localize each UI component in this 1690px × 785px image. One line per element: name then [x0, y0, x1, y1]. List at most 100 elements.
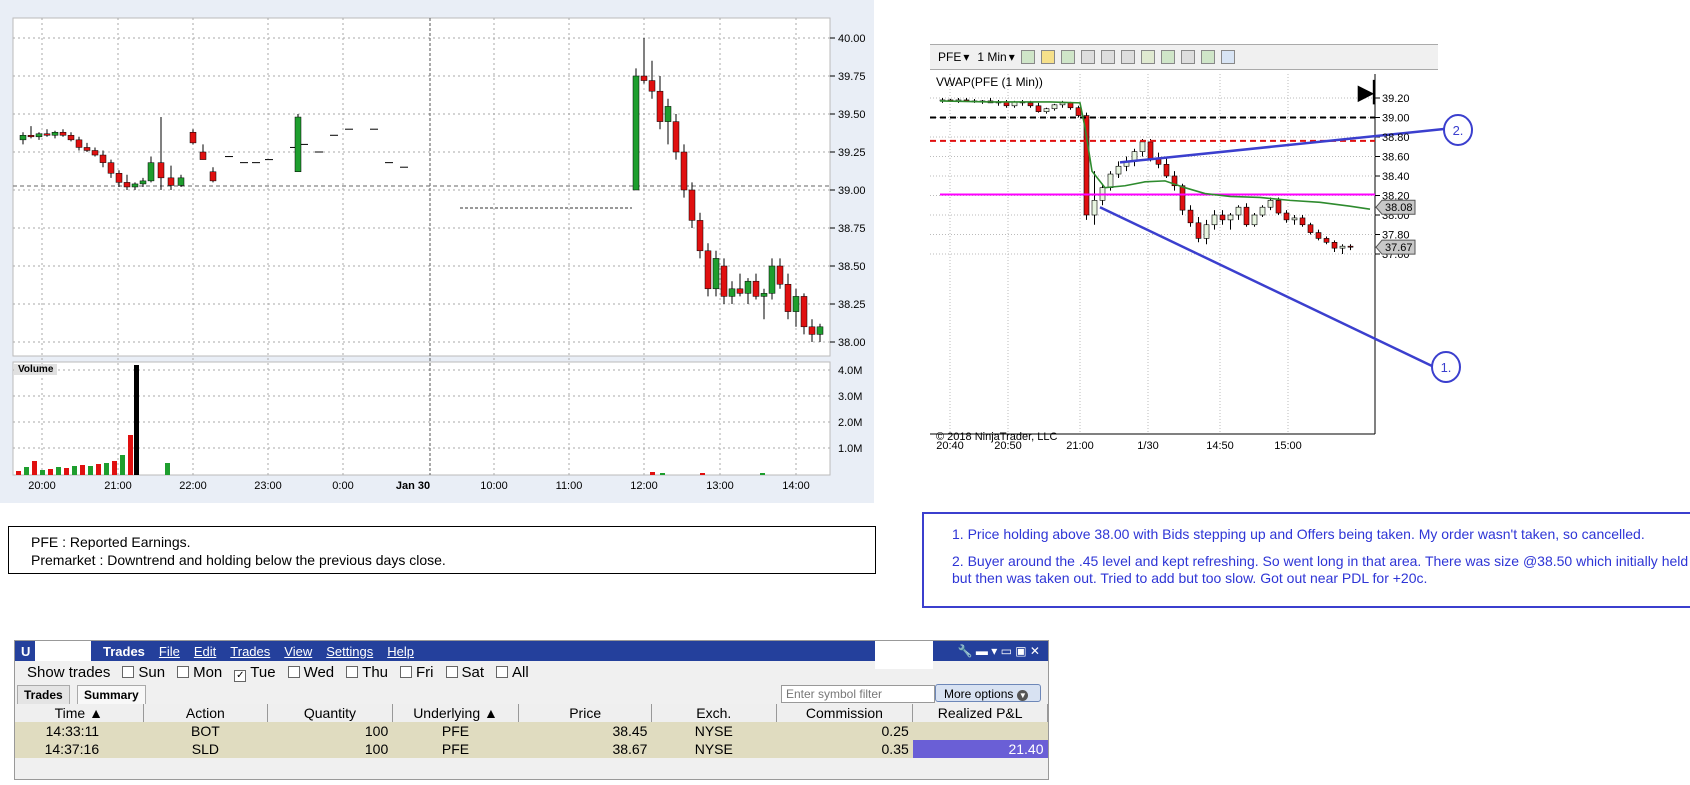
candle-body [19, 135, 27, 141]
candle-body [1139, 141, 1146, 152]
candle-body [83, 147, 91, 151]
volume-tick-label: 1.0M [838, 443, 862, 455]
col-underlying[interactable]: Underlying ▲ [392, 704, 520, 722]
day-checkbox-fri[interactable]: Fri [388, 664, 434, 681]
candle-body [1179, 185, 1186, 211]
volume-label: Volume [14, 364, 58, 375]
redacted-block [35, 641, 91, 661]
tab-summary[interactable]: Summary [77, 685, 146, 704]
candle-body [680, 151, 688, 191]
menu-help[interactable]: Help [387, 644, 414, 659]
candle-body [59, 131, 67, 136]
skip-to-end-icon[interactable]: ▶▏ [1358, 80, 1389, 105]
candle-body [1243, 206, 1250, 226]
price-tick-label: 38.60 [1382, 152, 1410, 164]
left-chart-canvas: 40.00 39.75 39.50 39.25 39.00 38.75 38.50 38.25… [12, 17, 866, 492]
left-price-chart[interactable]: 40.00 39.75 39.50 39.25 39.00 38.75 38.50 38.25… [0, 0, 874, 503]
candle-body [704, 250, 712, 290]
table-header-row: Time ▲ Action Quantity Underlying ▲ Pric… [15, 704, 1048, 722]
checkbox-icon[interactable] [346, 665, 359, 678]
callout-1-label: 1. [1441, 360, 1452, 375]
col-realized-pnl[interactable]: Realized P&L [912, 704, 1048, 722]
tab-trades[interactable]: Trades [17, 685, 70, 704]
checkbox-icon[interactable] [496, 665, 509, 678]
col-action[interactable]: Action [143, 704, 269, 722]
candle-body [167, 177, 175, 186]
checkbox-icon[interactable] [400, 665, 413, 678]
vwap-badge: 38.08 [1385, 202, 1413, 214]
day-label: Tue [250, 663, 276, 681]
cell-time: 14:37:16 [15, 740, 144, 758]
time-tick-label: 15:00 [1274, 440, 1302, 452]
candle-body [800, 296, 808, 328]
candle-body [1339, 245, 1346, 249]
candle-body [792, 296, 800, 312]
day-checkbox-mon[interactable]: Mon [165, 664, 222, 681]
checkbox-icon[interactable] [177, 665, 190, 678]
day-checkbox-tue[interactable]: ✓ Tue [222, 663, 276, 682]
day-label: All [512, 663, 529, 681]
menu-view[interactable]: View [284, 644, 312, 659]
candle-body [209, 171, 217, 182]
day-checkbox-sat[interactable]: Sat [434, 663, 485, 681]
indicator-label: VWAP(PFE (1 Min)) [936, 75, 1043, 89]
time-tick-label: 21:00 [104, 480, 132, 492]
volume-bar [760, 473, 765, 475]
candle-body [51, 131, 59, 136]
price-tick-label: 39.00 [838, 185, 866, 197]
day-label: Sat [461, 663, 485, 681]
menu-trades[interactable]: Trades [230, 644, 270, 659]
cell-underlying: PFE [392, 722, 519, 740]
candle-body [1235, 206, 1242, 216]
col-commission[interactable]: Commission [776, 704, 914, 722]
day-checkbox-all[interactable]: All [484, 664, 529, 681]
menu-file[interactable]: File [159, 644, 180, 659]
candle-body [656, 90, 664, 122]
day-label: Sun [138, 663, 166, 681]
col-exch[interactable]: Exch. [651, 704, 777, 722]
cell-pnl: 21.40 [912, 740, 1048, 758]
candle-body [1347, 245, 1354, 248]
volume-bar [32, 461, 37, 475]
candle-body [1291, 217, 1298, 221]
table-row[interactable]: 14:37:16 SLD 100 PFE 38.67 NYSE 0.35 21.40 [15, 740, 1048, 758]
candle-body [1267, 200, 1274, 208]
candle-body [768, 265, 776, 294]
col-quantity[interactable]: Quantity [267, 704, 393, 722]
menu-settings[interactable]: Settings [326, 644, 373, 659]
candle-body [1219, 214, 1226, 221]
day-checkbox-sun[interactable]: Sun [110, 664, 165, 681]
checkbox-icon[interactable] [287, 665, 300, 678]
note-premarket: Premarket : Downtrend and holding below … [31, 552, 446, 568]
time-tick-label: 10:00 [480, 480, 508, 492]
volume-tick-label: 2.0M [838, 417, 862, 429]
candle-body [1227, 214, 1234, 221]
volume-bar [112, 461, 117, 475]
window-controls-icon[interactable]: 🔧 ▬ ▾ ▭ ▣ ✕ [958, 644, 1040, 658]
table-row[interactable]: 14:33:11 BOT 100 PFE 38.45 NYSE 0.25 [15, 722, 1048, 740]
checkbox-icon[interactable]: ✓ [234, 669, 247, 682]
day-checkbox-thu[interactable]: Thu [334, 664, 388, 681]
candle-body [1163, 164, 1170, 177]
candle-body [75, 139, 83, 148]
day-checkbox-wed[interactable]: Wed [276, 664, 334, 681]
volume-bar [700, 473, 705, 475]
checkbox-icon[interactable] [122, 665, 135, 678]
col-price[interactable]: Price [518, 704, 652, 722]
candle-body [720, 265, 728, 297]
price-tick-label: 38.80 [1382, 132, 1410, 144]
more-options-button[interactable]: More options ▼ [935, 684, 1041, 702]
volume-bar [88, 466, 93, 475]
candle-body [816, 326, 824, 335]
menu-edit[interactable]: Edit [194, 644, 216, 659]
app-prefix: U [21, 643, 31, 659]
right-price-chart[interactable]: 2. 1. 39.20 39.00 38.80 38.60 38.40 38.20 38.00… [930, 44, 1473, 474]
cell-commission: 0.35 [776, 740, 913, 758]
checkbox-icon[interactable] [445, 665, 458, 678]
candle-body [1195, 222, 1202, 239]
symbol-filter-input[interactable]: Enter symbol filter [781, 685, 935, 703]
cell-price: 38.45 [518, 722, 652, 740]
callout-2-label: 2. [1453, 123, 1464, 138]
col-time[interactable]: Time ▲ [15, 704, 144, 722]
candle-body [1187, 209, 1194, 224]
